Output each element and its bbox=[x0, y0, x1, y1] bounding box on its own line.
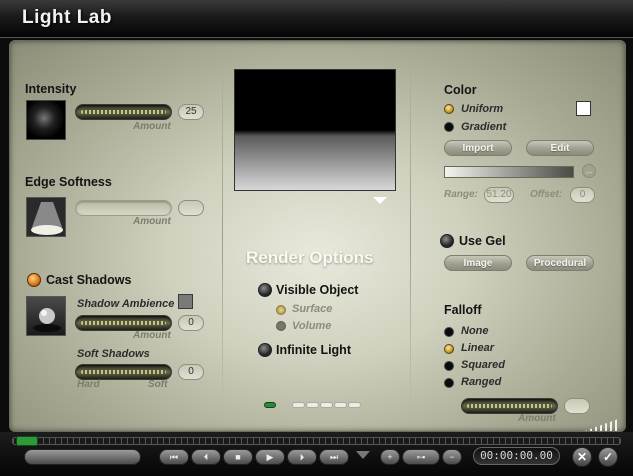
intensity-value-field[interactable]: 25 bbox=[178, 104, 204, 120]
uniform-color-swatch[interactable] bbox=[576, 101, 591, 116]
soft-shadows-slider[interactable] bbox=[75, 364, 172, 380]
falloff-amount-slider[interactable] bbox=[461, 398, 558, 414]
shadow-ambience-label: Shadow Ambience bbox=[77, 298, 175, 310]
surface-label: Surface bbox=[292, 303, 333, 315]
remove-key-button[interactable]: − bbox=[442, 449, 462, 465]
gel-image-button[interactable]: Image bbox=[444, 255, 512, 271]
offset-value-field[interactable]: 0 bbox=[570, 187, 595, 203]
falloff-linear-label: Linear bbox=[461, 342, 495, 354]
timeline-playhead[interactable] bbox=[16, 436, 38, 446]
offset-label: Offset: bbox=[530, 189, 563, 200]
intensity-amount-label: Amount bbox=[133, 121, 171, 132]
page-indicator-1[interactable] bbox=[292, 402, 305, 408]
timecode-display: 00:00:00.00 bbox=[473, 447, 560, 465]
title-bar[interactable]: Light Lab bbox=[0, 0, 633, 38]
volume-label: Volume bbox=[292, 320, 332, 332]
cast-shadows-toggle[interactable] bbox=[27, 273, 41, 287]
infinite-light-toggle[interactable] bbox=[258, 343, 272, 357]
use-gel-label: Use Gel bbox=[459, 234, 506, 248]
step-back-button[interactable]: ⏴ bbox=[191, 449, 221, 465]
keyframe-slots[interactable] bbox=[24, 449, 141, 465]
timeline-track[interactable] bbox=[12, 437, 621, 445]
visible-object-label: Visible Object bbox=[276, 283, 359, 297]
gradient-radio[interactable] bbox=[444, 122, 454, 132]
window-title: Light Lab bbox=[22, 7, 112, 28]
uniform-radio[interactable] bbox=[444, 104, 454, 114]
play-button[interactable]: ▶ bbox=[255, 449, 285, 465]
falloff-linear-radio[interactable] bbox=[444, 344, 454, 354]
soft-shadows-label: Soft Shadows bbox=[77, 348, 150, 360]
edit-button[interactable]: Edit bbox=[526, 140, 594, 156]
edge-softness-heading: Edge Softness bbox=[25, 175, 112, 189]
add-key-button[interactable]: + bbox=[380, 449, 400, 465]
shadow-ambience-amount-slider[interactable] bbox=[75, 315, 172, 331]
falloff-ranged-label: Ranged bbox=[461, 376, 502, 388]
page-indicator-4[interactable] bbox=[334, 402, 347, 408]
falloff-ranged-radio[interactable] bbox=[444, 378, 454, 388]
cast-shadows-heading: Cast Shadows bbox=[46, 273, 132, 287]
gradient-label: Gradient bbox=[461, 121, 507, 133]
cast-shadows-preview bbox=[26, 296, 66, 336]
falloff-none-radio[interactable] bbox=[444, 327, 454, 337]
stop-button[interactable]: ■ bbox=[223, 449, 253, 465]
step-forward-button[interactable]: ⏵ bbox=[287, 449, 317, 465]
page-indicator-active[interactable] bbox=[264, 402, 276, 408]
intensity-heading: Intensity bbox=[25, 82, 77, 96]
visible-object-toggle[interactable] bbox=[258, 283, 272, 297]
shadow-ambience-amount-label: Amount bbox=[133, 330, 171, 341]
page-indicator-5[interactable] bbox=[348, 402, 361, 408]
import-button[interactable]: Import bbox=[444, 140, 512, 156]
range-value-field[interactable]: 51.20 bbox=[484, 187, 514, 203]
transport-dropdown-icon[interactable] bbox=[356, 451, 370, 459]
edge-softness-value-field[interactable] bbox=[178, 200, 204, 216]
preview-dropdown-arrow-icon[interactable] bbox=[373, 197, 387, 204]
falloff-heading: Falloff bbox=[444, 303, 482, 317]
gradient-bar[interactable] bbox=[444, 166, 574, 178]
falloff-squared-label: Squared bbox=[461, 359, 506, 371]
falloff-squared-radio[interactable] bbox=[444, 361, 454, 371]
gel-procedural-button[interactable]: Procedural bbox=[526, 255, 594, 271]
shadow-sphere-icon bbox=[33, 308, 61, 332]
falloff-value-field[interactable] bbox=[564, 398, 590, 414]
uniform-label: Uniform bbox=[461, 103, 504, 115]
use-gel-toggle[interactable] bbox=[440, 234, 454, 248]
page-indicator-3[interactable] bbox=[320, 402, 333, 408]
edge-softness-preview bbox=[26, 197, 66, 237]
goto-start-button[interactable]: ⏮ bbox=[159, 449, 189, 465]
light-preview bbox=[234, 69, 396, 191]
infinite-light-label: Infinite Light bbox=[276, 343, 351, 357]
shadow-ambience-value-field[interactable]: 0 bbox=[178, 315, 204, 331]
close-icon[interactable]: ✕ bbox=[572, 447, 592, 467]
spotlight-cone-icon bbox=[31, 202, 63, 235]
light-lab-window: Light Lab Intensity 25 Amount Edge Softn… bbox=[0, 0, 633, 476]
range-label: Range: bbox=[444, 189, 478, 200]
soft-shadows-hard-label: Hard bbox=[77, 379, 100, 390]
key-icon[interactable]: ⊶ bbox=[402, 449, 440, 465]
falloff-none-label: None bbox=[461, 325, 489, 337]
edge-softness-amount-slider[interactable] bbox=[75, 200, 172, 216]
gradient-link-icon[interactable]: ↔ bbox=[582, 164, 596, 178]
surface-radio[interactable] bbox=[276, 305, 286, 315]
intensity-amount-slider[interactable] bbox=[75, 104, 172, 120]
confirm-check-icon[interactable]: ✓ bbox=[598, 447, 618, 467]
column-separator-right bbox=[410, 60, 411, 410]
soft-shadows-value-field[interactable]: 0 bbox=[178, 364, 204, 380]
column-separator-left bbox=[222, 60, 223, 410]
render-options-heading: Render Options bbox=[246, 248, 374, 267]
goto-end-button[interactable]: ⏭ bbox=[319, 449, 349, 465]
edge-softness-amount-label: Amount bbox=[133, 216, 171, 227]
color-heading: Color bbox=[444, 83, 477, 97]
falloff-amount-label: Amount bbox=[518, 413, 556, 424]
soft-shadows-soft-label: Soft bbox=[148, 379, 168, 390]
intensity-preview bbox=[26, 100, 66, 140]
shadow-ambience-color-swatch[interactable] bbox=[178, 294, 193, 309]
volume-radio[interactable] bbox=[276, 321, 286, 331]
page-indicator-2[interactable] bbox=[306, 402, 319, 408]
